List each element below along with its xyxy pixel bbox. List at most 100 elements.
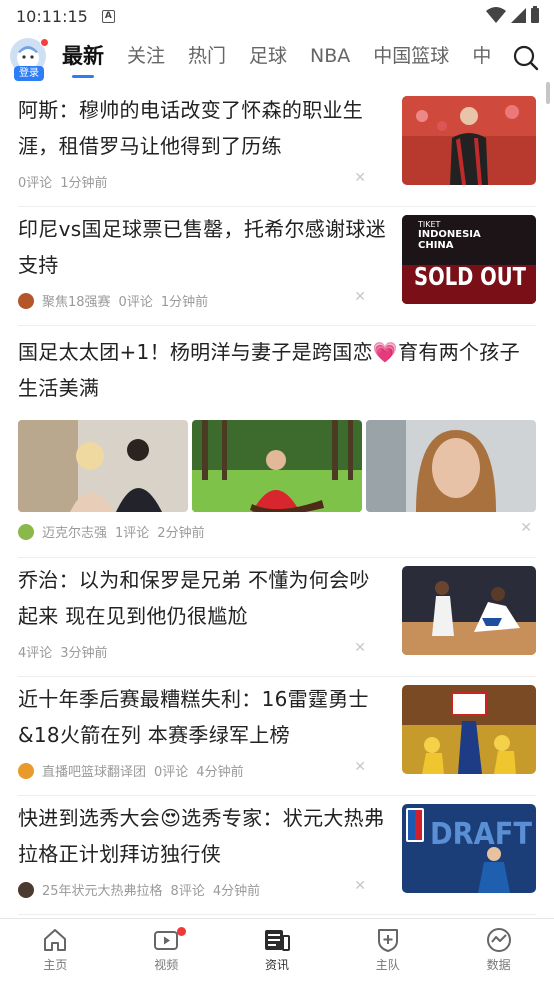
news-meta: 25年状元大热弗拉格 8评论 4分钟前 — [18, 880, 260, 899]
comment-count: 0评论 — [18, 176, 53, 191]
image-grid — [18, 420, 536, 512]
search-icon[interactable] — [512, 44, 540, 72]
news-image — [366, 420, 536, 512]
news-meta: 4评论 3分钟前 — [18, 642, 108, 661]
dismiss-icon[interactable]: ✕ — [354, 878, 366, 894]
thumb-text-2: INDONESIA — [418, 229, 481, 240]
news-thumbnail: DRAFT — [402, 804, 536, 893]
news-title: 近十年季后赛最糟糕失利：16雷霆勇士&18火箭在列 本赛季绿军上榜 — [18, 687, 369, 747]
status-time: 10:11:15 — [16, 6, 88, 26]
comment-count: 0评论 — [154, 765, 189, 780]
home-icon — [44, 929, 67, 951]
tab-football[interactable]: 足球 — [249, 32, 287, 88]
news-title: 国足太太团+1！杨明洋与妻子是跨国恋💗育有两个孩子生活美满 — [18, 334, 536, 406]
nav-data[interactable]: 数据 — [443, 919, 554, 984]
nav-label: 主队 — [375, 958, 400, 972]
news-item[interactable]: 国足太太团+1！杨明洋与妻子是跨国恋💗育有两个孩子生活美满 迈克尔志强 1评论 … — [18, 326, 536, 558]
news-feed: 阿斯：穆帅的电话改变了怀森的职业生涯，租借罗马让他得到了历练 0评论 1分钟前 … — [18, 88, 536, 915]
news-source: 25年状元大热弗拉格 — [42, 884, 163, 899]
news-time: 2分钟前 — [157, 526, 205, 541]
nav-team[interactable]: 主队 — [332, 919, 443, 984]
thumb-text-3: CHINA — [418, 240, 454, 251]
top-nav: 登录 最新 关注 热门 足球 NBA 中国篮球 中 — [0, 32, 554, 88]
heart-eyes-emoji: 😍 — [160, 806, 182, 830]
news-title: 快进到选秀大会😍选秀专家：状元大热弗拉格正计划拜访独行侠 — [18, 800, 388, 872]
notification-dot — [40, 38, 49, 47]
news-item[interactable]: 近十年季后赛最糟糕失利：16雷霆勇士&18火箭在列 本赛季绿军上榜 直播吧篮球翻… — [18, 677, 536, 796]
news-title: 印尼vs国足球票已售罄，托希尔感谢球迷支持 — [18, 217, 386, 277]
source-avatar-icon — [18, 762, 34, 779]
dismiss-icon[interactable]: ✕ — [520, 520, 532, 536]
data-icon — [486, 928, 511, 952]
tab-following[interactable]: 关注 — [127, 32, 165, 88]
source-avatar-icon — [18, 881, 34, 898]
news-thumbnail — [402, 96, 536, 185]
comment-count: 8评论 — [170, 884, 205, 899]
nav-home[interactable]: 主页 — [0, 919, 111, 984]
battery-icon — [531, 6, 539, 23]
thumb-text-draft: DRAFT — [430, 817, 532, 852]
video-notification-dot — [176, 927, 186, 936]
nav-video[interactable]: 视频 — [111, 919, 222, 984]
team-shield-icon — [377, 929, 398, 952]
news-time: 1分钟前 — [160, 295, 209, 310]
news-time: 3分钟前 — [60, 646, 108, 661]
dismiss-icon[interactable]: ✕ — [354, 759, 366, 775]
news-thumbnail — [402, 566, 536, 655]
news-title-part: 快进到选秀大会 — [18, 806, 161, 830]
tab-nba[interactable]: NBA — [310, 32, 350, 88]
tab-latest[interactable]: 最新 — [62, 32, 104, 88]
signal-icon — [511, 8, 526, 23]
news-time: 4分钟前 — [196, 765, 244, 780]
news-item[interactable]: 乔治：以为和保罗是兄弟 不懂为何会吵起来 现在见到他仍很尴尬 4评论 3分钟前 … — [18, 558, 536, 677]
source-avatar-icon — [18, 292, 34, 309]
thumb-text-1: TIKET — [417, 220, 441, 229]
nav-news[interactable]: 资讯 — [222, 919, 333, 984]
news-time: 4分钟前 — [212, 884, 261, 899]
news-title: 乔治：以为和保罗是兄弟 不懂为何会吵起来 现在见到他仍很尴尬 — [18, 568, 370, 628]
news-source: 聚焦18强赛 — [42, 295, 111, 310]
login-badge[interactable]: 登录 — [14, 66, 44, 81]
news-meta: 直播吧篮球翻译团 0评论 4分钟前 — [18, 761, 244, 780]
tab-more[interactable]: 中 — [472, 32, 491, 88]
news-thumbnail: TIKET INDONESIA CHINA SOLD OUT — [402, 215, 536, 304]
bottom-nav: 主页 视频 资讯 主队 数据 — [0, 918, 554, 984]
news-icon — [264, 930, 290, 951]
news-item[interactable]: 印尼vs国足球票已售罄，托希尔感谢球迷支持 聚焦18强赛 0评论 1分钟前 ✕ … — [18, 207, 536, 326]
dismiss-icon[interactable]: ✕ — [354, 289, 366, 305]
news-meta: 聚焦18强赛 0评论 1分钟前 — [18, 291, 208, 310]
status-bar: 10:11:15 A — [0, 0, 554, 32]
news-title-part: 国足太太团+1！杨明洋与妻子是跨国恋 — [18, 340, 373, 364]
source-avatar-icon — [18, 523, 34, 540]
channel-tabs: 最新 关注 热门 足球 NBA 中国篮球 中 — [62, 32, 502, 88]
comment-count: 0评论 — [118, 295, 153, 310]
news-time: 1分钟前 — [60, 176, 108, 191]
news-thumbnail — [402, 685, 536, 774]
news-source: 迈克尔志强 — [42, 526, 108, 541]
news-item[interactable]: 阿斯：穆帅的电话改变了怀森的职业生涯，租借罗马让他得到了历练 0评论 1分钟前 … — [18, 88, 536, 207]
news-source: 直播吧篮球翻译团 — [42, 765, 147, 780]
heart-emoji: 💗 — [372, 340, 399, 364]
wifi-icon — [486, 7, 506, 23]
news-image — [192, 420, 362, 512]
scrollbar[interactable] — [546, 82, 550, 104]
dismiss-icon[interactable]: ✕ — [354, 640, 366, 656]
thumb-text-4: SOLD OUT — [414, 262, 526, 291]
news-image — [18, 420, 188, 512]
nav-label: 数据 — [486, 958, 511, 972]
comment-count: 4评论 — [18, 646, 53, 661]
dismiss-icon[interactable]: ✕ — [354, 170, 366, 186]
nav-label: 主页 — [43, 958, 68, 972]
nav-label: 资讯 — [264, 958, 289, 972]
tab-chinese-basketball[interactable]: 中国篮球 — [373, 32, 449, 88]
nav-label: 视频 — [154, 958, 179, 972]
news-meta: 0评论 1分钟前 — [18, 172, 108, 191]
video-icon — [154, 931, 179, 950]
notification-a-icon: A — [101, 9, 115, 23]
news-title: 阿斯：穆帅的电话改变了怀森的职业生涯，租借罗马让他得到了历练 — [18, 98, 364, 158]
news-item[interactable]: 快进到选秀大会😍选秀专家：状元大热弗拉格正计划拜访独行侠 25年状元大热弗拉格 … — [18, 796, 536, 915]
status-icons — [486, 6, 540, 24]
tab-hot[interactable]: 热门 — [188, 32, 226, 88]
comment-count: 1评论 — [115, 526, 150, 541]
login-avatar[interactable]: 登录 — [10, 38, 50, 84]
